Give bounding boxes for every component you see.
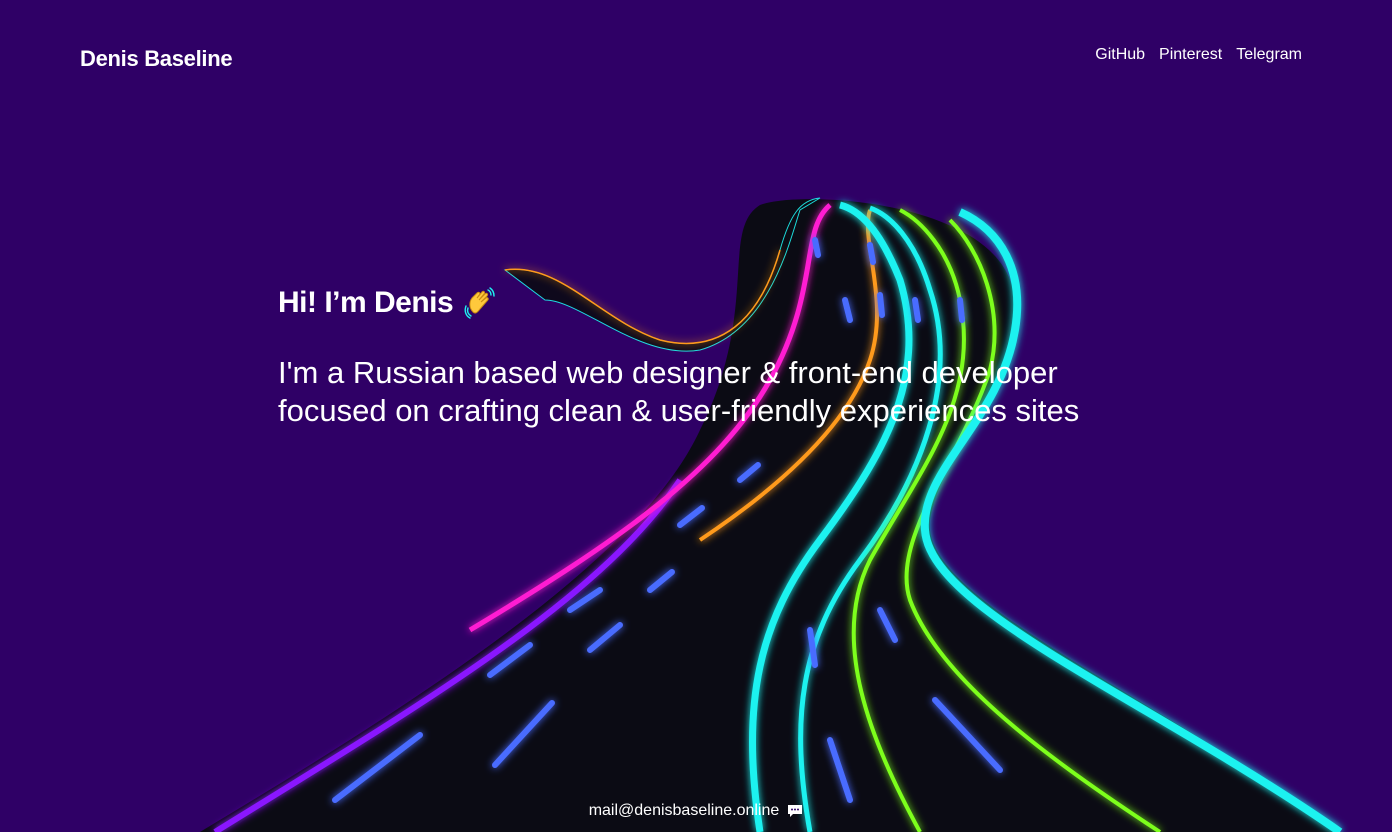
- footer-contact: mail@denisbaseline.online: [0, 802, 1392, 820]
- hero-heading-row: Hi! I’m Denis: [278, 286, 1138, 320]
- hero-section: Hi! I’m Denis I'm a Russian based web de…: [278, 286, 1138, 430]
- email-link[interactable]: mail@denisbaseline.online: [589, 802, 780, 820]
- main-nav: GitHub Pinterest Telegram: [1095, 46, 1302, 64]
- nav-link-telegram[interactable]: Telegram: [1236, 46, 1302, 64]
- nav-link-pinterest[interactable]: Pinterest: [1159, 46, 1222, 64]
- nav-link-github[interactable]: GitHub: [1095, 46, 1145, 64]
- hero-description: I'm a Russian based web designer & front…: [278, 354, 1138, 430]
- waving-hand-icon: [464, 287, 495, 319]
- hero-description-line-1: I'm a Russian based web designer & front…: [278, 355, 1058, 390]
- site-logo[interactable]: Denis Baseline: [80, 46, 233, 72]
- chat-bubble-icon: [788, 805, 803, 817]
- hero-description-line-2: focused on crafting clean & user-friendl…: [278, 393, 1080, 428]
- page: Denis Baseline GitHub Pinterest Telegram…: [0, 0, 1392, 832]
- hero-heading: Hi! I’m Denis: [278, 286, 454, 319]
